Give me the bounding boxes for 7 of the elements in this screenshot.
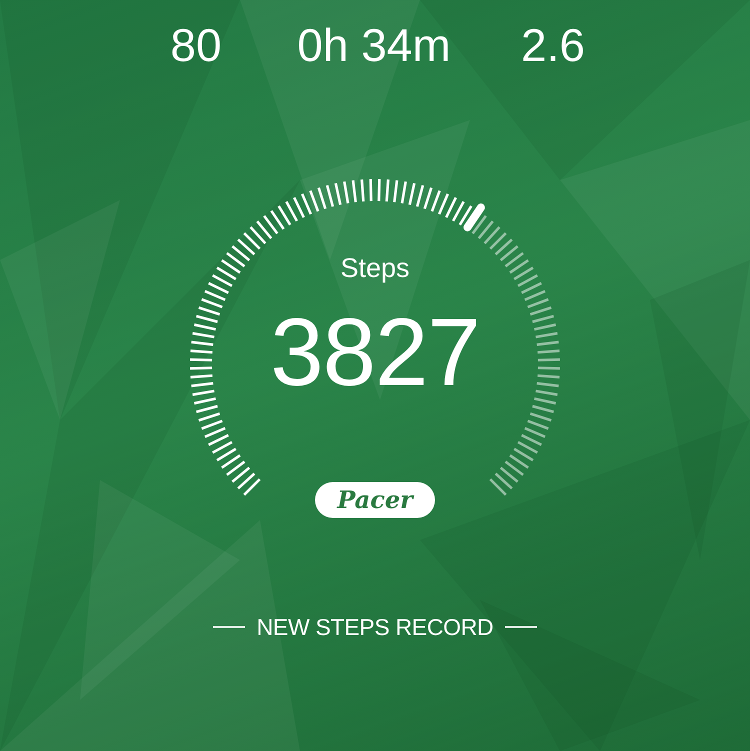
- record-label: NEW STEPS RECORD: [256, 613, 494, 642]
- stat-value: 80: [170, 18, 222, 73]
- stat-value: 2.6: [521, 18, 585, 73]
- steps-label: Steps: [340, 252, 410, 284]
- stat-value: 0h 34m: [297, 18, 451, 73]
- steps-count: 3827: [270, 298, 480, 408]
- app-logo: Pacer: [315, 482, 435, 518]
